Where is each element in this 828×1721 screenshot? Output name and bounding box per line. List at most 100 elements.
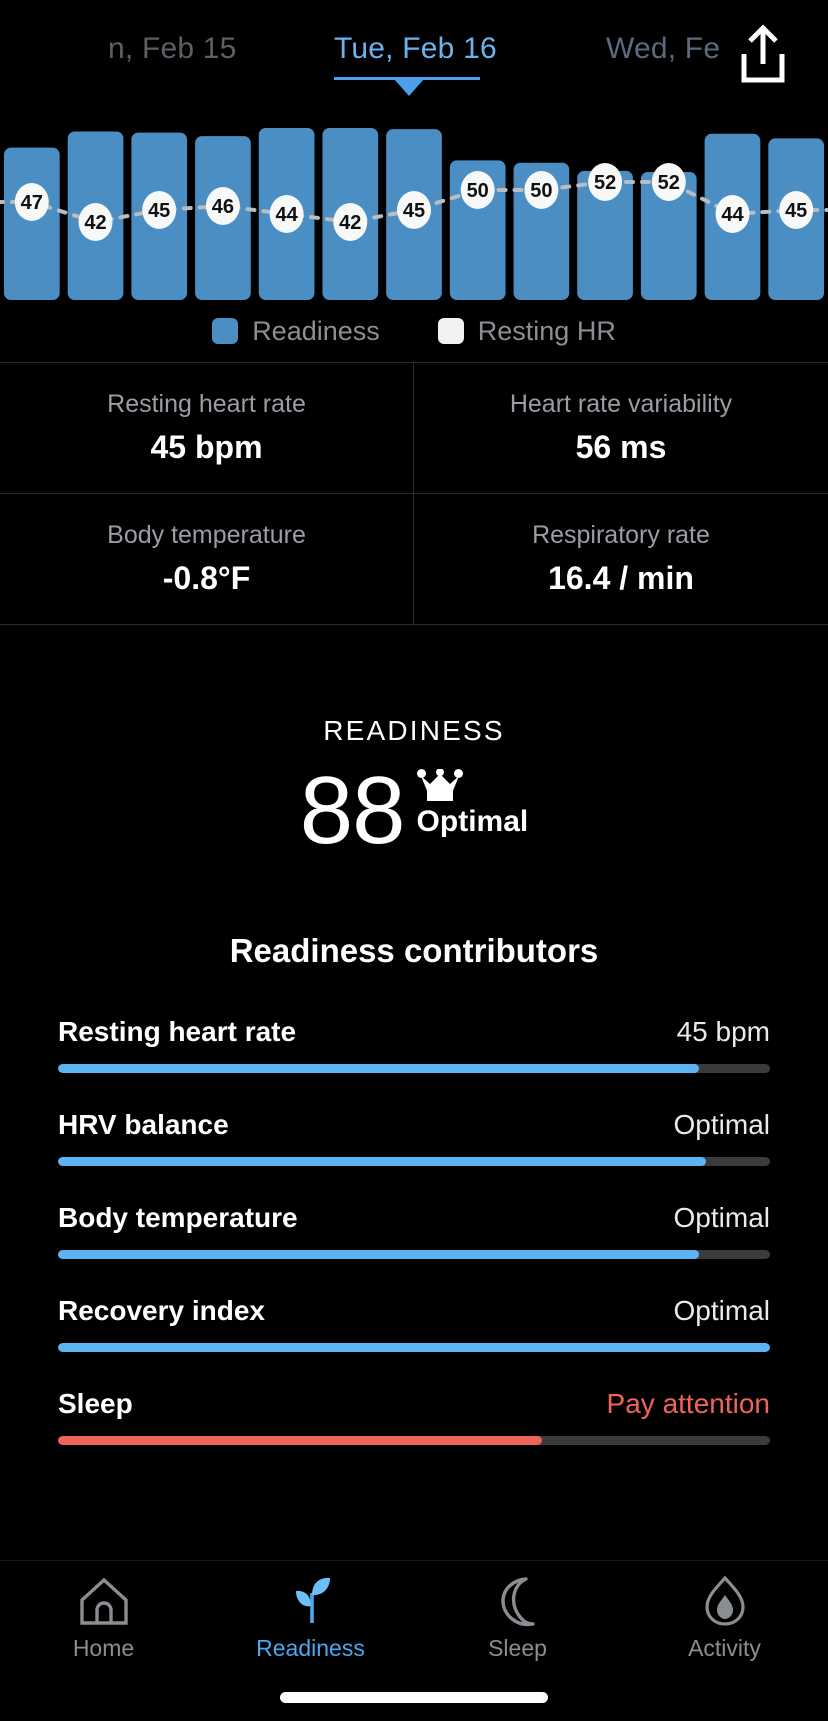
resting-hr-point[interactable]: 45 (779, 191, 814, 229)
date-strip[interactable]: n, Feb 15 Tue, Feb 16 Wed, Fe (0, 0, 828, 110)
chart-canvas: 47 42 45 46 44 42 45 50 50 52 52 44 45 (0, 128, 828, 300)
contributor-bar-fill (58, 1343, 770, 1353)
readiness-score-block: READINESS 88 Optimal (0, 625, 828, 864)
legend-item-resting-hr: Resting HR (437, 316, 616, 347)
sprout-icon (295, 1577, 330, 1623)
tab-label: Sleep (488, 1635, 547, 1661)
resting-hr-point-label: 52 (658, 172, 680, 194)
readiness-score-row: 88 Optimal (0, 757, 828, 864)
resting-hr-point-label: 47 (21, 192, 43, 214)
resting-hr-point-label: 45 (148, 200, 170, 222)
contributor-head: Sleep Pay attention (58, 1388, 770, 1420)
bottom-tab-bar: Home Readiness Sleep Activity (0, 1560, 828, 1721)
legend-swatch-resting-hr (437, 318, 464, 344)
contributor-name: Body temperature (58, 1202, 298, 1234)
contributor-bar-fill (58, 1436, 543, 1446)
date-caret-icon (394, 79, 424, 96)
tab-activity[interactable]: Activity (621, 1561, 828, 1677)
contributor-name: Recovery index (58, 1295, 265, 1327)
contributor-bar-track (58, 1250, 770, 1260)
contributor-head: HRV balance Optimal (58, 1109, 770, 1141)
resting-hr-point[interactable]: 52 (588, 163, 623, 201)
resting-hr-point[interactable]: 42 (78, 203, 113, 241)
resting-hr-point-label: 44 (275, 204, 298, 226)
share-button[interactable] (734, 24, 792, 86)
metric-value: 45 bpm (150, 429, 263, 465)
contributor-bar-fill (58, 1157, 706, 1167)
resting-hr-point-label: 52 (594, 172, 616, 194)
date-header: n, Feb 15 Tue, Feb 16 Wed, Fe (0, 0, 828, 110)
resting-hr-point[interactable]: 42 (333, 203, 368, 241)
metrics-grid: Resting heart rate 45 bpm Heart rate var… (0, 362, 828, 625)
contributor-row[interactable]: Sleep Pay attention (58, 1388, 770, 1446)
readiness-kicker: READINESS (323, 715, 505, 746)
contributor-row[interactable]: Body temperature Optimal (58, 1202, 770, 1260)
contributor-value: Optimal (673, 1109, 770, 1141)
contributor-head: Resting heart rate 45 bpm (58, 1016, 770, 1048)
metric-respiratory-rate[interactable]: Respiratory rate 16.4 / min (414, 494, 828, 625)
resting-hr-point-label: 45 (785, 200, 807, 222)
readiness-hr-chart[interactable]: 47 42 45 46 44 42 45 50 50 52 52 44 45 (0, 110, 828, 300)
resting-hr-point[interactable]: 52 (651, 163, 686, 201)
tab-sleep[interactable]: Sleep (414, 1561, 621, 1677)
metric-resting-heart-rate[interactable]: Resting heart rate 45 bpm (0, 363, 414, 494)
contributor-head: Body temperature Optimal (58, 1202, 770, 1234)
resting-hr-point-label: 44 (721, 204, 744, 226)
resting-hr-point[interactable]: 45 (142, 191, 177, 229)
tab-items: Home Readiness Sleep Activity (0, 1561, 828, 1677)
home-icon (79, 1577, 128, 1625)
resting-hr-point[interactable]: 47 (14, 183, 49, 221)
contributor-bar-fill (58, 1250, 699, 1260)
contributor-value: Pay attention (606, 1388, 770, 1420)
metric-label: Respiratory rate (532, 521, 710, 549)
tab-label: Activity (688, 1635, 761, 1661)
flame-icon (704, 1575, 745, 1626)
metric-value: 16.4 / min (548, 560, 694, 596)
tab-home[interactable]: Home (0, 1561, 207, 1677)
metric-value: 56 ms (575, 429, 667, 465)
metric-label: Resting heart rate (107, 390, 306, 418)
resting-hr-point-label: 50 (530, 180, 552, 202)
resting-hr-point[interactable]: 46 (205, 187, 240, 225)
chart-bar[interactable] (4, 147, 60, 300)
tab-readiness[interactable]: Readiness (207, 1561, 414, 1677)
resting-hr-point-label: 46 (212, 196, 234, 218)
contributor-row[interactable]: Recovery index Optimal (58, 1295, 770, 1353)
share-upload-icon (741, 24, 785, 83)
metric-body-temperature[interactable]: Body temperature -0.8°F (0, 494, 414, 625)
moon-icon (500, 1577, 535, 1627)
date-prev[interactable]: n, Feb 15 (108, 32, 237, 66)
contributors-title: Readiness contributors (229, 932, 599, 970)
contributor-bar-fill (58, 1064, 699, 1074)
legend-label-readiness: Readiness (252, 315, 380, 346)
resting-hr-point[interactable]: 44 (269, 195, 304, 233)
readiness-status-group: Optimal (416, 765, 529, 839)
date-current[interactable]: Tue, Feb 16 (334, 32, 497, 66)
readiness-score-value: 88 (299, 757, 406, 864)
resting-hr-point[interactable]: 44 (715, 195, 750, 233)
contributor-head: Recovery index Optimal (58, 1295, 770, 1327)
resting-hr-point-label: 42 (339, 212, 361, 234)
metric-heart-rate-variability[interactable]: Heart rate variability 56 ms (414, 363, 828, 494)
app-screen: n, Feb 15 Tue, Feb 16 Wed, Fe 47 42 45 46 44… (0, 0, 828, 1721)
contributor-bar-track (58, 1064, 770, 1074)
contributor-bar-track (58, 1157, 770, 1167)
chart-legend: Readiness Resting HR (0, 300, 828, 362)
contributor-row[interactable]: Resting heart rate 45 bpm (58, 1016, 770, 1074)
contributor-value: 45 bpm (676, 1016, 770, 1048)
date-next[interactable]: Wed, Fe (606, 32, 720, 66)
resting-hr-point[interactable]: 50 (524, 171, 559, 209)
tab-label: Home (72, 1635, 135, 1661)
resting-hr-point-label: 45 (403, 200, 425, 222)
contributor-value: Optimal (673, 1202, 770, 1234)
contributor-name: Sleep (58, 1388, 133, 1420)
legend-item-readiness: Readiness (212, 316, 380, 347)
resting-hr-point-label: 50 (467, 180, 489, 202)
metric-label: Heart rate variability (509, 390, 733, 418)
home-indicator (280, 1692, 548, 1703)
contributor-row[interactable]: HRV balance Optimal (58, 1109, 770, 1167)
resting-hr-point[interactable]: 50 (460, 171, 495, 209)
resting-hr-point[interactable]: 45 (397, 191, 431, 229)
readiness-status-label: Optimal (416, 805, 529, 838)
crown-icon (416, 769, 463, 801)
